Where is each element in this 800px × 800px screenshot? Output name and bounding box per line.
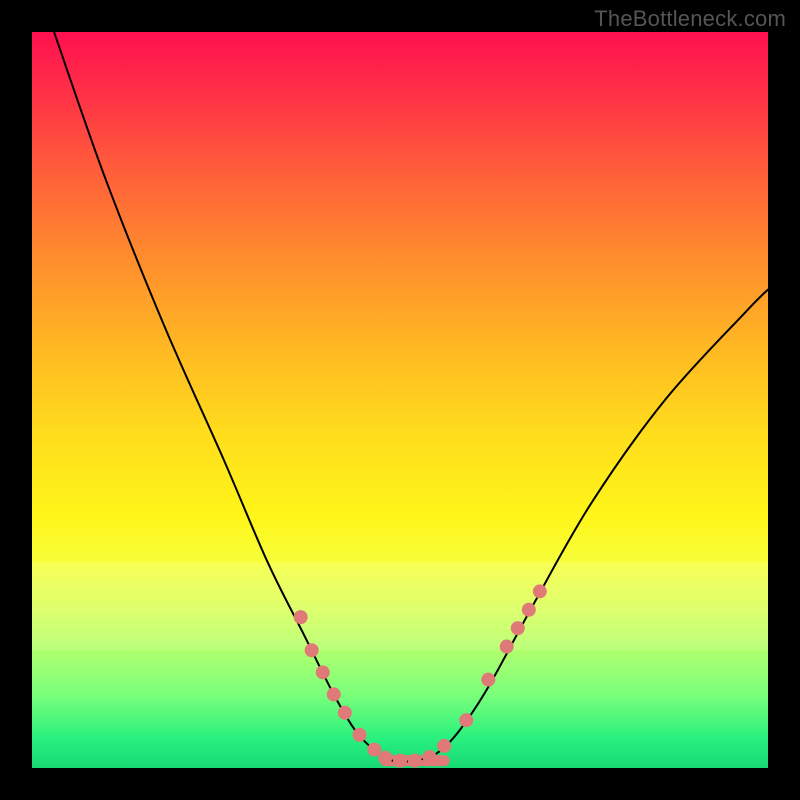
scatter-dot bbox=[408, 754, 422, 768]
scatter-dots bbox=[294, 584, 547, 767]
scatter-dot bbox=[353, 728, 367, 742]
scatter-dot bbox=[338, 706, 352, 720]
scatter-dot bbox=[533, 584, 547, 598]
scatter-dot bbox=[305, 643, 319, 657]
scatter-dot bbox=[294, 610, 308, 624]
scatter-dot bbox=[481, 673, 495, 687]
scatter-dot bbox=[459, 713, 473, 727]
scatter-dot bbox=[393, 754, 407, 768]
chart-svg bbox=[32, 32, 768, 768]
chart-stage: TheBottleneck.com bbox=[0, 0, 800, 800]
scatter-dot bbox=[378, 751, 392, 765]
scatter-dot bbox=[316, 665, 330, 679]
scatter-dot bbox=[327, 687, 341, 701]
scatter-dot bbox=[511, 621, 525, 635]
scatter-dot bbox=[422, 750, 436, 764]
scatter-dot bbox=[437, 739, 451, 753]
watermark-text: TheBottleneck.com bbox=[594, 6, 786, 32]
plot-area bbox=[32, 32, 768, 768]
scatter-dot bbox=[522, 603, 536, 617]
bottleneck-curve-line bbox=[54, 32, 768, 762]
scatter-dot bbox=[500, 640, 514, 654]
